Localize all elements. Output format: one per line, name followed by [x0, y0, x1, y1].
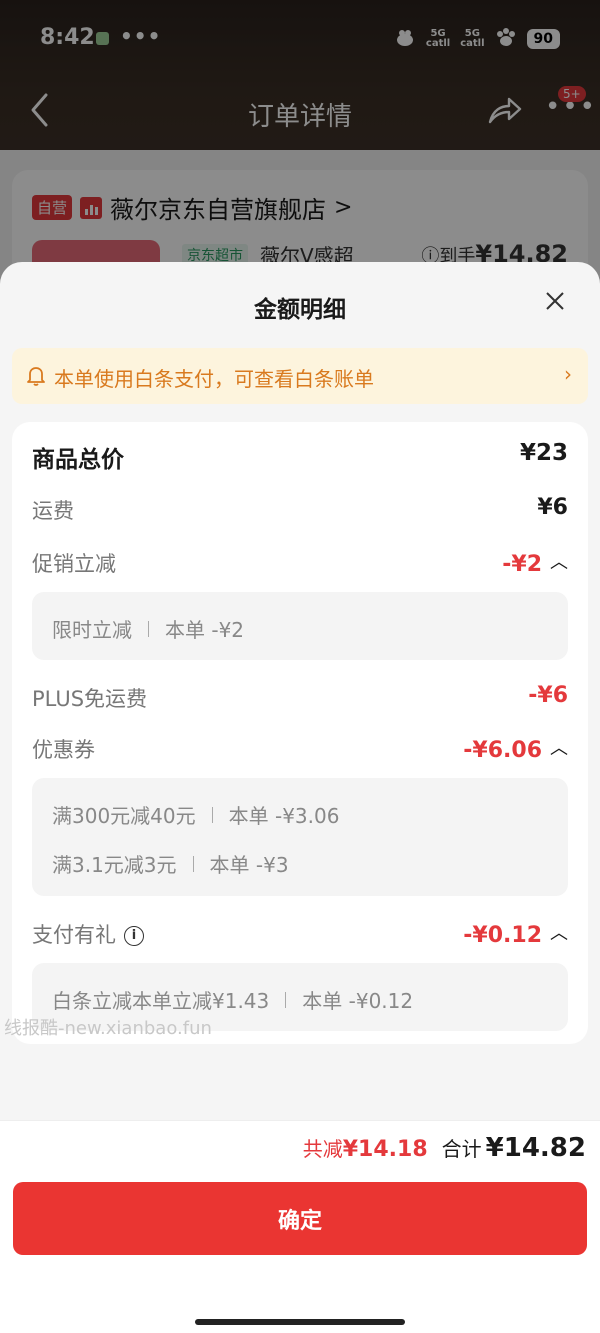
coupon-row[interactable]: 优惠券 -¥6.06 ︿: [32, 734, 568, 764]
goods-total-label: 商品总价: [32, 447, 124, 473]
coupon-detail-line: 满3.1元减3元 本单 -¥3: [52, 849, 289, 878]
coupon-item-amount: 本单 -¥3: [209, 853, 289, 877]
bell-icon: [26, 365, 46, 391]
pay-gift-value: -¥0.12 ︿: [463, 919, 568, 948]
plus-value: -¥6: [528, 683, 568, 708]
promo-detail-box: 限时立减 本单 -¥2: [32, 592, 568, 660]
pay-gift-label: 支付有礼: [32, 923, 116, 947]
coupon-label: 优惠券: [32, 738, 95, 762]
plus-free-shipping-row: PLUS免运费 -¥6: [32, 683, 568, 713]
watermark: 线报酷-new.xianbao.fun: [4, 1018, 212, 1039]
totals: 共减 ¥14.18 合计 ¥14.82: [303, 1133, 586, 1163]
pay-gift-item-name: 白条立减本单立减¥1.43: [52, 989, 270, 1013]
amount-detail-card: 商品总价 ¥23 运费 ¥6 促销立减 -¥2 ︿ 限时立减 本单 -¥2 PLU…: [12, 422, 588, 1044]
bottom-bar: 共减 ¥14.18 合计 ¥14.82 确定: [0, 1120, 600, 1333]
info-icon[interactable]: i: [124, 926, 144, 946]
pay-gift-amount: -¥0.12: [463, 923, 542, 948]
coupon-item-name: 满3.1元减3元: [52, 853, 177, 877]
notice-chevron-icon: ›: [564, 362, 572, 386]
close-icon[interactable]: [544, 290, 566, 312]
shipping-row: 运费 ¥6: [32, 495, 568, 525]
shipping-label: 运费: [32, 499, 74, 523]
plus-label: PLUS免运费: [32, 687, 148, 711]
promo-item-amount: 本单 -¥2: [165, 618, 245, 642]
coupon-item-name: 满300元减40元: [52, 804, 196, 828]
collapse-caret-icon[interactable]: ︿: [550, 919, 568, 945]
divider: [285, 991, 287, 1008]
confirm-button[interactable]: 确定: [13, 1182, 587, 1255]
promo-value: -¥2 ︿: [502, 548, 568, 577]
promo-item-name: 限时立减: [52, 618, 132, 642]
baitiao-notice[interactable]: 本单使用白条支付，可查看白条账单 ›: [12, 348, 588, 404]
pay-gift-row[interactable]: 支付有礼 i -¥0.12 ︿: [32, 919, 568, 949]
collapse-caret-icon[interactable]: ︿: [550, 548, 568, 574]
divider: [211, 806, 213, 823]
promo-amount: -¥2: [502, 552, 542, 577]
goods-total-value: ¥23: [519, 440, 568, 466]
shipping-value: ¥6: [537, 495, 568, 520]
total-discount-value: ¥14.18: [342, 1137, 428, 1162]
goods-total-row: 商品总价 ¥23: [32, 440, 568, 473]
promo-row[interactable]: 促销立减 -¥2 ︿: [32, 548, 568, 578]
divider: [148, 620, 149, 637]
coupon-detail-box: 满300元减40元 本单 -¥3.06 满3.1元减3元 本单 -¥3: [32, 778, 568, 896]
coupon-detail-line: 满300元减40元 本单 -¥3.06: [52, 800, 339, 829]
pay-gift-label-wrap: 支付有礼 i: [32, 919, 144, 949]
coupon-value: -¥6.06 ︿: [463, 734, 568, 763]
pay-gift-item-amount: 本单 -¥0.12: [302, 989, 414, 1013]
total-label: 合计: [441, 1137, 482, 1161]
promo-detail-line: 限时立减 本单 -¥2: [52, 614, 244, 643]
home-indicator[interactable]: [195, 1319, 405, 1325]
coupon-item-amount: 本单 -¥3.06: [228, 804, 340, 828]
sheet-title: 金额明细: [254, 297, 346, 323]
pay-gift-detail-line: 白条立减本单立减¥1.43 本单 -¥0.12: [52, 985, 413, 1014]
collapse-caret-icon[interactable]: ︿: [550, 734, 568, 760]
divider: [192, 855, 194, 872]
total-discount-label: 共减: [302, 1137, 343, 1161]
notice-text: 本单使用白条支付，可查看白条账单: [54, 367, 374, 391]
coupon-amount: -¥6.06: [463, 738, 542, 763]
promo-label: 促销立减: [32, 552, 116, 576]
total-value: ¥14.82: [485, 1133, 586, 1163]
